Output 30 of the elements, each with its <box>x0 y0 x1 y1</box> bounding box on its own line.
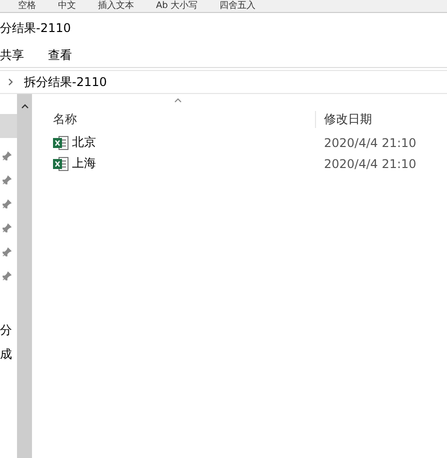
spreadsheet-file-icon <box>53 156 69 170</box>
menu-tab[interactable]: 共享 <box>0 46 24 64</box>
scrollbar[interactable] <box>17 94 32 458</box>
column-header[interactable]: 修改日期 <box>315 110 372 128</box>
pin-icon <box>2 223 12 233</box>
nav-item[interactable]: 分 <box>0 322 12 338</box>
spreadsheet-file-icon <box>53 136 69 150</box>
chevron-icon[interactable] <box>8 78 14 86</box>
pin-icon <box>2 175 12 185</box>
pin-icon <box>2 271 12 281</box>
column-header[interactable]: 名称 <box>32 110 315 128</box>
toolbar-item[interactable]: 四舍五入 <box>220 0 256 12</box>
scroll-up-icon[interactable] <box>20 104 28 109</box>
toolbar-item[interactable]: 中文 <box>58 0 76 12</box>
menu-tab[interactable]: 查看 <box>48 46 72 64</box>
toolbar-item[interactable]: Ab 大小写 <box>156 0 198 12</box>
breadcrumb[interactable]: 拆分结果-2110 <box>24 74 107 90</box>
sort-caret-icon <box>174 98 182 103</box>
pin-icon <box>2 151 12 161</box>
toolbar-item[interactable]: 插入文本 <box>98 0 134 12</box>
nav-item[interactable]: 成 <box>0 346 12 362</box>
toolbar-item[interactable]: 空格 <box>18 0 36 12</box>
address-bar[interactable]: 拆分结果-2110 <box>0 70 447 94</box>
pin-icon <box>2 247 12 257</box>
window-title: 分结果-2110 <box>0 20 71 36</box>
file-name[interactable]: 北京 <box>72 134 96 151</box>
pin-icon <box>2 199 12 209</box>
modified-date: 2020/4/4 21:10 <box>323 156 416 170</box>
modified-date: 2020/4/4 21:10 <box>323 136 416 150</box>
file-name[interactable]: 上海 <box>72 155 96 172</box>
